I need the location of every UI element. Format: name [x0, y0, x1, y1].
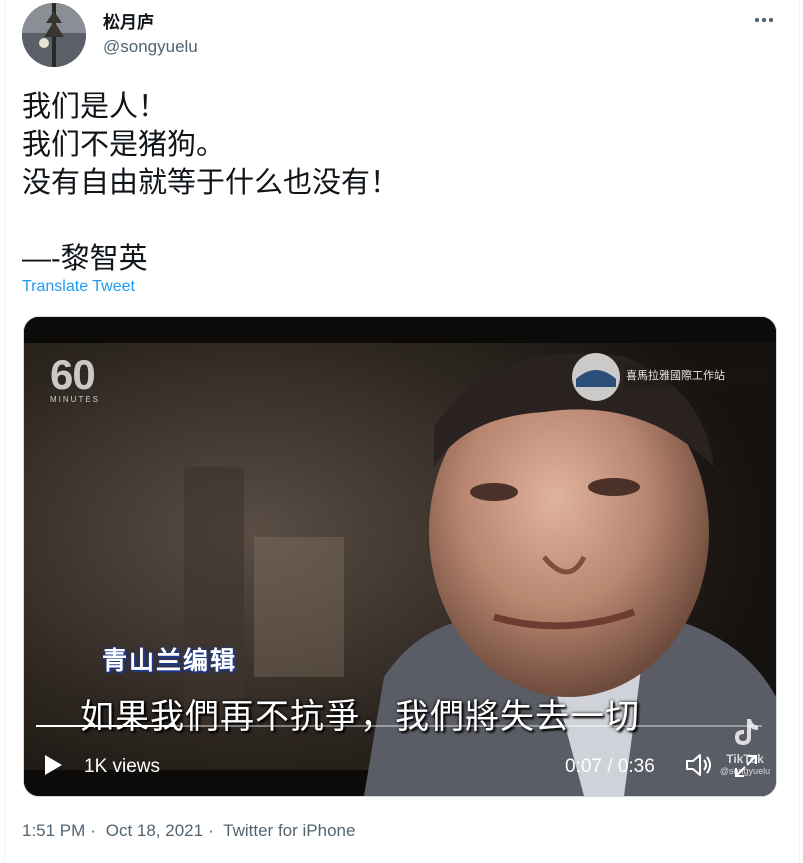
meta-separator: ·	[90, 821, 96, 840]
display-name[interactable]: 松月庐	[103, 8, 154, 33]
video-subtitle: 如果我們再不抗爭，我們將失去一切	[80, 698, 640, 736]
volume-button[interactable]	[685, 753, 713, 779]
video-progress-track[interactable]	[36, 725, 762, 727]
meta-separator: ·	[208, 821, 214, 840]
time-separator: /	[607, 756, 618, 777]
tweet-date[interactable]: Oct 18, 2021	[106, 821, 203, 840]
channel-badge: 青山兰编辑	[102, 647, 238, 675]
time-current: 0:07	[565, 756, 602, 777]
tweet-line: 我们是人！	[22, 91, 168, 123]
corner-station-logo: 喜馬拉雅國際工作站	[626, 370, 725, 382]
avatar-image	[22, 3, 86, 67]
volume-icon	[686, 754, 711, 776]
more-options-button[interactable]	[752, 8, 776, 32]
tweet-line: 我们不是猪狗。	[22, 129, 226, 161]
more-icon	[754, 17, 774, 23]
user-handle[interactable]: @songyuelu	[103, 37, 198, 57]
view-count: 1K views	[84, 756, 161, 777]
translate-tweet-link[interactable]: Translate Tweet	[22, 278, 135, 296]
tiktok-icon	[735, 719, 758, 745]
tweet-meta: 1:51 PM · Oct 18, 2021 · Twitter for iPhon…	[22, 821, 360, 841]
avatar[interactable]	[22, 3, 86, 67]
time-total: 0:36	[617, 756, 655, 777]
play-icon	[45, 755, 62, 775]
tweet-text: 我们是人！ 我们不是猪狗。 没有自由就等于什么也没有！ —-黎智英	[22, 88, 399, 278]
play-button[interactable]	[42, 753, 68, 779]
tweet-line	[22, 202, 399, 240]
sixty-minutes-logo: 60 MINUTES	[50, 351, 100, 405]
tweet-time[interactable]: 1:51 PM	[22, 821, 85, 840]
video-progress-fill	[36, 725, 174, 727]
tweet-line: —-黎智英	[22, 243, 148, 275]
sixty-minutes-number: 60	[50, 351, 96, 398]
sixty-minutes-text: MINUTES	[50, 395, 100, 404]
video-player[interactable]: 60 MINUTES 喜馬拉雅國際工作站 青山兰编辑 如果我們再不抗爭，我們將失…	[23, 316, 777, 797]
tweet-source[interactable]: Twitter for iPhone	[223, 821, 355, 840]
fullscreen-button[interactable]	[733, 753, 761, 781]
fullscreen-icon	[735, 755, 757, 777]
tweet-line: 没有自由就等于什么也没有！	[22, 167, 400, 199]
video-time: 0:07 / 0:36	[565, 756, 655, 778]
